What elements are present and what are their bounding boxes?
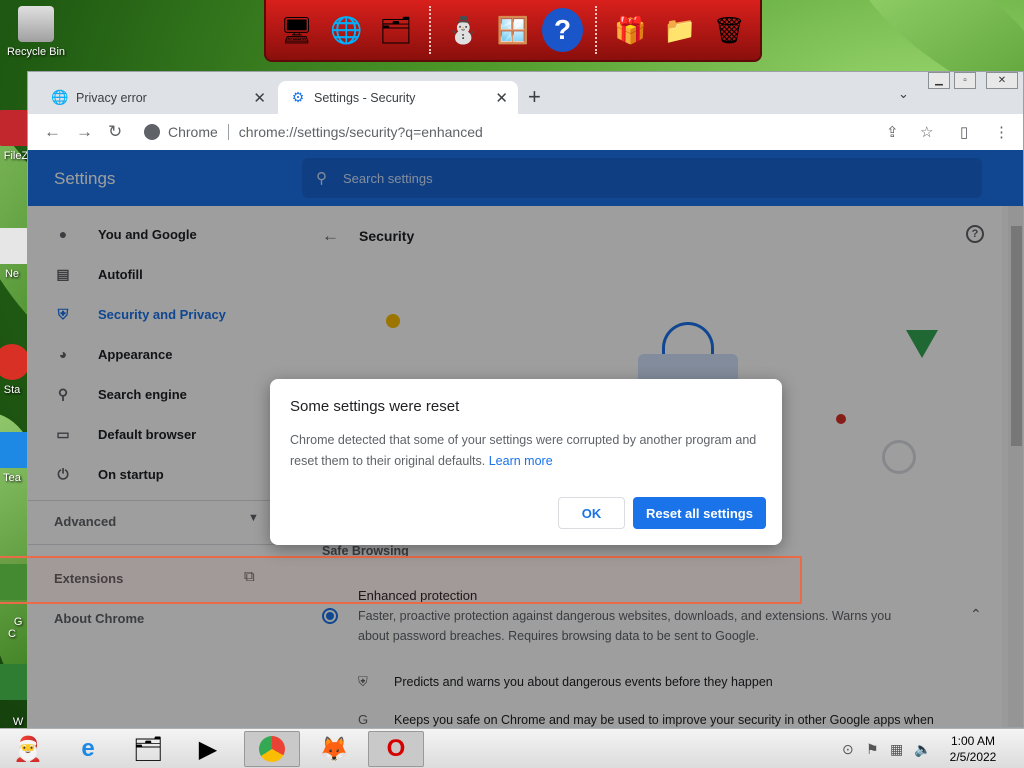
learn-more-link[interactable]: Learn more xyxy=(489,454,553,468)
teamviewer-icon xyxy=(0,432,30,468)
top-dock: 🖥 🌐 🗂 ⛄ 🪟 ? 🎁 📁 🗑 xyxy=(264,0,762,62)
reload-icon[interactable]: ↻ xyxy=(108,122,122,142)
system-clock[interactable]: 1:00 AM 2/5/2022 xyxy=(936,733,1010,765)
volume-icon[interactable]: 🔈 xyxy=(914,741,931,758)
taskbar: 🎅 e 🗂 ▶ 🦊 O ⊙ ⚑ ▦ 🔈 1:00 AM 2/5/2022 xyxy=(0,728,1024,768)
desktop-icon-label: Tea xyxy=(3,472,21,484)
extension-icon[interactable]: ▯ xyxy=(960,123,968,141)
start-button-santa-icon[interactable]: 🎅 xyxy=(0,731,56,767)
dock-separator xyxy=(428,6,431,54)
desktop-icon-label: FileZ xyxy=(3,150,29,162)
opera-icon[interactable]: O xyxy=(368,731,424,767)
internet-explorer-icon[interactable]: e xyxy=(60,731,116,767)
address-bar[interactable]: Chrome chrome://settings/security?q=enha… xyxy=(138,118,938,146)
app-icon xyxy=(0,664,30,700)
clock-date: 2/5/2022 xyxy=(949,750,997,764)
forward-arrow-icon[interactable]: → xyxy=(76,122,93,142)
share-icon[interactable]: ⇪ xyxy=(886,123,899,141)
chrome-icon xyxy=(259,736,285,762)
tab-settings-security[interactable]: ⚙ Settings - Security ✕ xyxy=(278,81,518,114)
maximize-button[interactable]: ▫ xyxy=(954,72,976,89)
ok-button[interactable]: OK xyxy=(558,497,625,529)
tab-label: Privacy error xyxy=(76,90,147,105)
dialog-body: Chrome detected that some of your settin… xyxy=(290,430,770,472)
firefox-icon[interactable]: 🦊 xyxy=(306,731,362,767)
folder-icon[interactable]: 📁 xyxy=(659,8,701,52)
desktop-icon-label: Recycle Bin xyxy=(6,46,66,58)
dialog-title: Some settings were reset xyxy=(290,398,460,415)
address-url: chrome://settings/security?q=enhanced xyxy=(238,124,483,140)
desktop-icon-label: Sta xyxy=(3,384,21,396)
flag-icon[interactable]: ⚑ xyxy=(866,741,879,758)
desktop-icon-label: G C xyxy=(8,616,23,640)
tray-arrow-icon[interactable]: ⊙ xyxy=(842,741,854,758)
close-icon[interactable]: ✕ xyxy=(495,89,508,107)
back-arrow-icon[interactable]: ← xyxy=(44,122,61,142)
new-tab-button[interactable]: + xyxy=(528,84,541,110)
gear-icon: ⚙ xyxy=(291,89,305,105)
control-panel-icon[interactable]: 🗂 xyxy=(375,8,417,52)
extensions-highlight xyxy=(0,556,802,604)
computer-santa-icon[interactable]: 🖥 xyxy=(276,8,318,52)
globe-icon: 🌐 xyxy=(51,89,69,105)
chrome-site-icon xyxy=(144,124,160,140)
snowman-icon[interactable]: ⛄ xyxy=(443,8,485,52)
recycle-bin-desktop-icon[interactable]: Recycle Bin xyxy=(6,6,66,58)
chrome-taskbar-icon[interactable] xyxy=(244,731,300,767)
desktop-icon-label: Ne xyxy=(4,268,20,280)
recycle-bin-icon xyxy=(18,6,54,42)
tab-search-chevron-icon[interactable]: ⌄ xyxy=(898,86,909,102)
menu-kebab-icon[interactable]: ⋮ xyxy=(994,123,1009,141)
clock-time: 1:00 AM xyxy=(950,734,996,748)
network-globe-icon[interactable]: 🌐 xyxy=(326,8,368,52)
tab-strip: 🌐 Privacy error ✕ ⚙ Settings - Security … xyxy=(28,72,1023,114)
network-icon[interactable]: ▦ xyxy=(890,741,903,758)
tab-privacy-error[interactable]: 🌐 Privacy error ✕ xyxy=(40,81,276,114)
address-scheme: Chrome xyxy=(168,124,218,140)
settings-reset-dialog: Some settings were reset Chrome detected… xyxy=(270,379,782,545)
app-icon xyxy=(0,228,30,264)
bookmark-star-icon[interactable]: ☆ xyxy=(920,123,933,141)
reset-all-settings-button[interactable]: Reset all settings xyxy=(633,497,766,529)
close-icon[interactable]: ✕ xyxy=(253,89,266,107)
gift-icon[interactable]: 🎁 xyxy=(609,8,651,52)
file-explorer-icon[interactable]: 🗂 xyxy=(120,731,176,767)
address-divider xyxy=(227,124,229,140)
media-player-icon[interactable]: ▶ xyxy=(180,731,236,767)
dock-separator xyxy=(595,6,598,54)
trash-icon[interactable]: 🗑 xyxy=(709,8,751,52)
minimize-button[interactable]: ▁ xyxy=(928,72,950,89)
help-icon[interactable]: ? xyxy=(541,8,584,52)
close-window-button[interactable]: ✕ xyxy=(986,72,1018,89)
browser-toolbar: ← → ↻ Chrome chrome://settings/security?… xyxy=(28,114,1023,150)
app-icon xyxy=(0,344,30,380)
tab-label: Settings - Security xyxy=(314,90,416,105)
windows-logo-icon[interactable]: 🪟 xyxy=(492,8,534,52)
